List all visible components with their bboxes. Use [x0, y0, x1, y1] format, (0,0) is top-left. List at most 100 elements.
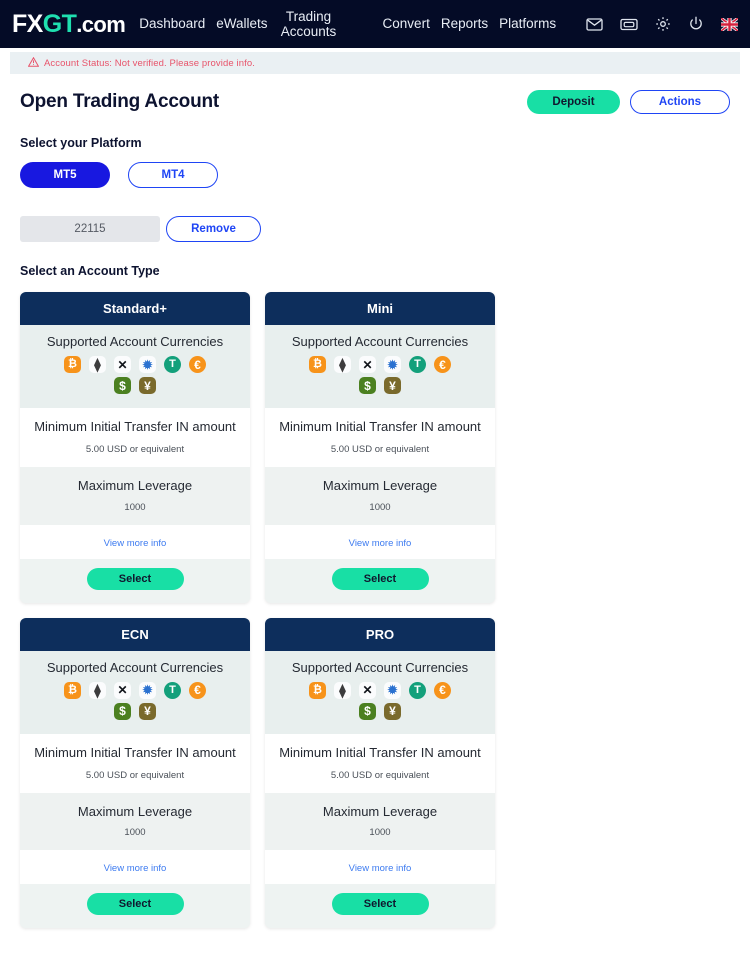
remove-account-button[interactable]: Remove: [166, 216, 261, 242]
select-account-button[interactable]: Select: [86, 893, 184, 915]
leverage-value: 1000: [124, 501, 146, 513]
page-content: Open Trading Account Deposit Actions Sel…: [0, 90, 750, 928]
card-title-ecn: ECN: [20, 617, 250, 651]
tether-icon: T: [164, 681, 181, 699]
account-type-card-mini: Mini Supported Account Currencies ₿ ⧫ ✕ ✹ T € $ ¥…: [265, 292, 495, 603]
leverage-section: Maximum Leverage 1000: [265, 792, 495, 850]
supported-currencies-section: Supported Account Currencies ₿ ⧫ ✕ ✹ T € $ ¥: [265, 325, 495, 408]
account-type-cards: Standard+ Supported Account Currencies ₿ ⧫ ✕…: [20, 292, 730, 928]
min-transfer-title: Minimum Initial Transfer IN amount: [34, 744, 236, 760]
alert-text: Account Status: Not verified. Please pro…: [44, 57, 255, 69]
bitcoin-icon: ₿: [309, 356, 326, 373]
min-transfer-section: Minimum Initial Transfer IN amount 5.00 U…: [265, 408, 495, 468]
select-section: Select: [20, 558, 250, 603]
euro-icon: €: [189, 356, 206, 373]
nav-item-trading-accounts[interactable]: Trading Accounts: [279, 9, 339, 39]
top-navbar: FXGT.com Dashboard eWallets Trading Acco…: [0, 0, 750, 48]
nav-item-convert[interactable]: Convert: [383, 16, 430, 31]
nav-item-platforms[interactable]: Platforms: [499, 16, 556, 31]
leverage-title: Maximum Leverage: [322, 478, 438, 494]
view-more-info-link[interactable]: View more info: [349, 538, 412, 549]
jpy-icon: ¥: [384, 377, 401, 394]
view-more-section: View more info: [265, 524, 495, 559]
ticket-icon[interactable]: [620, 18, 638, 31]
nav-item-ewallets[interactable]: eWallets: [216, 16, 267, 31]
leverage-section: Maximum Leverage 1000: [20, 467, 250, 525]
cardano-icon: ✹: [139, 356, 156, 373]
select-account-button[interactable]: Select: [331, 567, 429, 590]
cardano-icon: ✹: [384, 681, 401, 699]
min-transfer-section: Minimum Initial Transfer IN amount 5.00 U…: [20, 733, 250, 793]
ethereum-icon: ⧫: [89, 356, 106, 373]
supported-currencies-section: Supported Account Currencies ₿ ⧫ ✕ ✹ T € $ ¥: [20, 650, 250, 734]
min-transfer-title: Minimum Initial Transfer IN amount: [279, 744, 481, 760]
account-number-row: Remove: [20, 216, 730, 242]
uk-flag-icon[interactable]: [721, 17, 738, 31]
xrp-icon: ✕: [359, 681, 376, 699]
site-logo[interactable]: FXGT.com: [12, 11, 126, 37]
actions-button[interactable]: Actions: [630, 90, 730, 114]
usd-icon: $: [359, 377, 376, 394]
currency-icon-row-1: ₿ ⧫ ✕ ✹ T €: [20, 681, 250, 699]
view-more-section: View more info: [265, 850, 495, 884]
xrp-icon: ✕: [114, 681, 131, 699]
currency-icon-row-1: ₿ ⧫ ✕ ✹ T €: [265, 681, 495, 699]
logo-dotcom: .com: [76, 11, 126, 37]
leverage-section: Maximum Leverage 1000: [265, 467, 495, 525]
deposit-button[interactable]: Deposit: [527, 90, 620, 114]
gear-icon[interactable]: [655, 16, 671, 32]
select-section: Select: [20, 884, 250, 928]
supported-currencies-title: Supported Account Currencies: [46, 659, 224, 675]
leverage-value: 1000: [124, 827, 146, 838]
card-title-standard-plus: Standard+: [20, 292, 250, 325]
card-title-mini: Mini: [265, 292, 495, 325]
currency-icon-row-2: $ ¥: [265, 377, 495, 394]
nav-item-reports[interactable]: Reports: [441, 16, 488, 31]
jpy-icon: ¥: [139, 702, 156, 720]
platform-selector: MT5 MT4: [20, 162, 730, 188]
leverage-title: Maximum Leverage: [77, 478, 193, 494]
platform-option-mt5[interactable]: MT5: [20, 162, 110, 188]
euro-icon: €: [189, 681, 206, 699]
cardano-icon: ✹: [384, 356, 401, 373]
currency-icon-row-2: $ ¥: [20, 377, 250, 394]
select-account-button[interactable]: Select: [331, 893, 429, 915]
min-transfer-section: Minimum Initial Transfer IN amount 5.00 U…: [20, 408, 250, 468]
currency-icon-row-2: $ ¥: [20, 702, 250, 720]
page-action-buttons: Deposit Actions: [527, 90, 730, 114]
usd-icon: $: [359, 702, 376, 720]
power-icon[interactable]: [688, 16, 704, 32]
jpy-icon: ¥: [139, 377, 156, 394]
xrp-icon: ✕: [359, 356, 376, 373]
leverage-value: 1000: [369, 501, 391, 513]
platform-option-mt4[interactable]: MT4: [128, 162, 218, 188]
usd-icon: $: [114, 702, 131, 720]
nav-item-dashboard[interactable]: Dashboard: [139, 16, 205, 31]
view-more-info-link[interactable]: View more info: [349, 863, 412, 874]
view-more-info-link[interactable]: View more info: [104, 863, 167, 874]
min-transfer-value: 5.00 USD or equivalent: [330, 769, 430, 781]
page-title: Open Trading Account: [20, 91, 220, 112]
view-more-section: View more info: [20, 524, 250, 559]
select-account-button[interactable]: Select: [86, 567, 184, 590]
jpy-icon: ¥: [384, 702, 401, 720]
account-type-card-standard-plus: Standard+ Supported Account Currencies ₿ ⧫ ✕…: [20, 292, 250, 603]
min-transfer-title: Minimum Initial Transfer IN amount: [279, 419, 481, 434]
view-more-info-link[interactable]: View more info: [104, 538, 167, 549]
min-transfer-value: 5.00 USD or equivalent: [85, 769, 185, 781]
account-type-card-pro: PRO Supported Account Currencies ₿ ⧫ ✕ ✹ T € $ ¥ M…: [265, 617, 495, 928]
mail-icon[interactable]: [586, 17, 603, 31]
tether-icon: T: [409, 681, 426, 699]
euro-icon: €: [434, 681, 451, 699]
leverage-title: Maximum Leverage: [322, 803, 438, 819]
warning-triangle-icon: [27, 54, 40, 72]
select-platform-label: Select your Platform: [20, 136, 142, 150]
account-number-input[interactable]: [20, 216, 160, 242]
tether-icon: T: [409, 356, 426, 373]
xrp-icon: ✕: [114, 356, 131, 373]
view-more-section: View more info: [20, 850, 250, 884]
select-section: Select: [265, 558, 495, 603]
tether-icon: T: [164, 356, 181, 373]
account-type-card-ecn: ECN Supported Account Currencies ₿ ⧫ ✕ ✹ T € $ ¥ M…: [20, 617, 250, 928]
supported-currencies-title: Supported Account Currencies: [291, 334, 469, 349]
